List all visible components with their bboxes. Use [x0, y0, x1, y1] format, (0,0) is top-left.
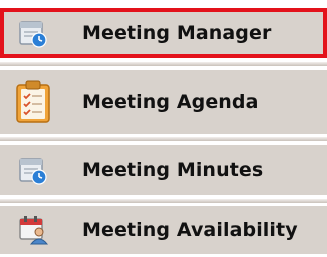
clipboard-checklist-icon [16, 80, 50, 123]
menu-divider [0, 62, 327, 66]
menu-item-meeting-minutes[interactable]: Meeting Minutes [0, 145, 327, 195]
menu-item-label: Meeting Availability [82, 219, 298, 241]
menu-item-label: Meeting Agenda [82, 91, 259, 113]
menu-item-meeting-availability[interactable]: Meeting Availability [0, 206, 327, 254]
calendar-clock-icon [19, 158, 47, 185]
menu-item-meeting-manager[interactable]: Meeting Manager [0, 8, 327, 58]
menu-divider [0, 137, 327, 141]
meeting-menu: Meeting Manager Meeting Agenda Meeting M… [0, 0, 327, 257]
calendar-person-icon [19, 216, 48, 245]
menu-divider [0, 199, 327, 203]
menu-item-meeting-agenda[interactable]: Meeting Agenda [0, 70, 327, 134]
menu-item-label: Meeting Manager [82, 22, 272, 44]
calendar-clock-icon [19, 21, 47, 48]
menu-item-label: Meeting Minutes [82, 159, 264, 181]
